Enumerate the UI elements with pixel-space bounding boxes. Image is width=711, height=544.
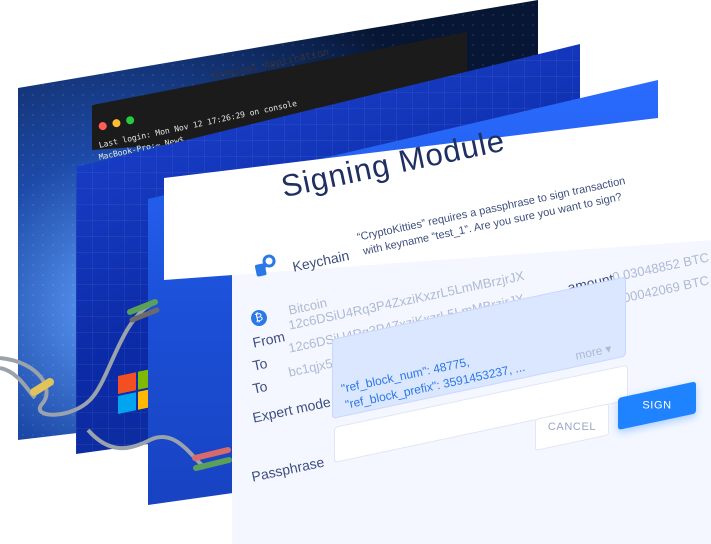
- logo-square: [118, 372, 136, 395]
- to-label: To: [251, 377, 269, 397]
- cancel-label: CANCEL: [547, 421, 597, 434]
- to-label: To: [251, 354, 269, 374]
- close-icon[interactable]: [98, 121, 108, 131]
- stage: Terminal Application Last login: Mon Nov…: [0, 0, 711, 544]
- logo-square: [118, 392, 136, 415]
- maximize-icon[interactable]: [125, 115, 135, 126]
- minimize-icon[interactable]: [111, 118, 122, 128]
- sign-label: SIGN: [642, 399, 672, 412]
- keychain-icon: [254, 254, 276, 277]
